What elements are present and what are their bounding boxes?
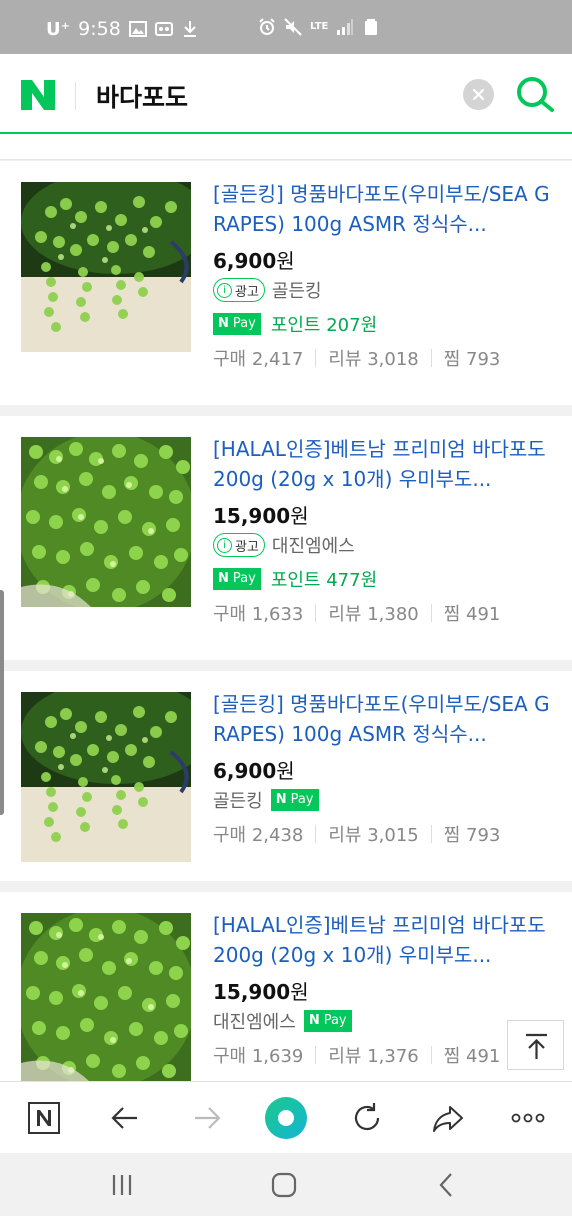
back-icon[interactable] <box>431 1171 461 1199</box>
npay-badge: N Pay <box>303 1010 352 1032</box>
network-label: LTE <box>310 21 329 32</box>
npay-badge: N Pay <box>213 313 261 335</box>
naver-logo-icon[interactable] <box>21 80 55 110</box>
product-card[interactable]: [골든킹] 명품바다포도(우미부도/SEA GRAPES) 100g ASMR … <box>0 161 572 405</box>
search-icon[interactable] <box>515 74 555 114</box>
point-row: N Pay 포인트 477원 <box>213 562 552 596</box>
wish-count[interactable]: 찜 491 <box>444 1042 501 1068</box>
green-dot-icon[interactable] <box>264 1096 308 1140</box>
info-icon: i <box>217 282 232 298</box>
product-stats: 구매 1,639 리뷰 1,376 찜 491 <box>213 1038 552 1072</box>
price-value: 6,900 <box>213 759 277 783</box>
product-title[interactable]: [HALAL인증]베트남 프리미엄 바다포도 200g (20g x 10개) … <box>213 910 552 970</box>
product-image[interactable] <box>21 182 191 352</box>
wish-count[interactable]: 찜 491 <box>444 600 501 626</box>
ad-label: 광고 <box>235 539 259 555</box>
product-card[interactable]: [HALAL인증]베트남 프리미엄 바다포도 200g (20g x 10개) … <box>0 892 572 1081</box>
npay-badge: N Pay <box>213 568 261 590</box>
purchase-count: 구매 1,633 <box>213 604 304 625</box>
product-stats: 구매 1,633 리뷰 1,380 찜 491 <box>213 596 552 630</box>
system-nav-bar <box>0 1153 572 1216</box>
price-currency: 원 <box>276 249 295 273</box>
point-text: 포인트 477원 <box>270 570 378 591</box>
price-currency: 원 <box>290 504 309 528</box>
ad-badge[interactable]: i 광고 <box>213 278 265 302</box>
seller-name[interactable]: 대진엠에스 <box>213 1008 296 1034</box>
seller-row: 골든킹 N Pay <box>213 783 552 817</box>
purchase-count: 구매 1,639 <box>213 1046 304 1067</box>
share-icon[interactable] <box>428 1098 468 1138</box>
more-icon[interactable] <box>508 1098 548 1138</box>
seller-row: i 광고 골든킹 <box>213 273 552 307</box>
naver-home-icon[interactable] <box>24 1098 64 1138</box>
alarm-icon <box>259 18 275 35</box>
carrier-label: U⁺ <box>46 18 71 40</box>
price-value: 15,900 <box>213 980 291 1004</box>
npay-badge: N Pay <box>270 789 319 811</box>
review-count[interactable]: 리뷰 3,018 <box>328 345 418 371</box>
mute-icon <box>284 18 302 36</box>
gallery-icon <box>128 21 147 37</box>
product-title[interactable]: [HALAL인증]베트남 프리미엄 바다포도 200g (20g x 10개) … <box>213 434 552 494</box>
purchase-count: 구매 2,417 <box>213 349 304 370</box>
product-stats: 구매 2,417 리뷰 3,018 찜 793 <box>213 341 552 375</box>
product-title[interactable]: [골든킹] 명품바다포도(우미부도/SEA GRAPES) 100g ASMR … <box>213 179 552 239</box>
purchase-count: 구매 2,438 <box>213 825 304 846</box>
point-text: 포인트 207원 <box>270 315 378 336</box>
ad-label: 광고 <box>235 284 259 300</box>
forward-arrow-icon[interactable] <box>187 1098 227 1138</box>
product-card[interactable]: [골든킹] 명품바다포도(우미부도/SEA GRAPES) 100g ASMR … <box>0 671 572 881</box>
category-tabs[interactable] <box>0 134 572 160</box>
info-icon: i <box>217 537 232 553</box>
product-price: 6,900원 <box>213 755 552 783</box>
price-currency: 원 <box>276 759 295 783</box>
clear-search-button[interactable] <box>463 79 494 110</box>
review-count[interactable]: 리뷰 3,015 <box>328 821 418 847</box>
wish-count[interactable]: 찜 793 <box>444 821 501 847</box>
tape-icon <box>154 22 173 36</box>
price-value: 6,900 <box>213 249 277 273</box>
product-price: 6,900원 <box>213 245 552 273</box>
price-value: 15,900 <box>213 504 291 528</box>
battery-icon <box>365 19 378 35</box>
seller-name[interactable]: 골든킹 <box>272 277 322 303</box>
search-header: 바다포도 <box>0 54 572 134</box>
header-divider <box>75 82 76 110</box>
browser-toolbar <box>0 1081 572 1153</box>
seller-name[interactable]: 골든킹 <box>213 787 263 813</box>
point-row: N Pay 포인트 207원 <box>213 307 552 341</box>
product-card[interactable]: [HALAL인증]베트남 프리미엄 바다포도 200g (20g x 10개) … <box>0 416 572 660</box>
download-icon <box>183 21 196 37</box>
product-price: 15,900원 <box>213 976 552 1004</box>
back-arrow-icon[interactable] <box>105 1098 145 1138</box>
search-query-input[interactable]: 바다포도 <box>96 78 188 114</box>
status-bar: U⁺ 9:58 LTE <box>0 0 572 54</box>
product-image[interactable] <box>21 437 191 607</box>
recent-apps-icon[interactable] <box>107 1171 137 1199</box>
ad-badge[interactable]: i 광고 <box>213 533 265 557</box>
home-icon[interactable] <box>269 1171 299 1199</box>
reload-icon[interactable] <box>347 1098 387 1138</box>
product-title[interactable]: [골든킹] 명품바다포도(우미부도/SEA GRAPES) 100g ASMR … <box>213 689 552 749</box>
product-price: 15,900원 <box>213 500 552 528</box>
seller-row: 대진엠에스 N Pay <box>213 1004 552 1038</box>
seller-name[interactable]: 대진엠에스 <box>272 532 355 558</box>
arrow-up-icon <box>526 1033 547 1059</box>
close-icon <box>472 88 485 101</box>
scroll-to-top-button[interactable] <box>507 1020 564 1070</box>
product-stats: 구매 2,438 리뷰 3,015 찜 793 <box>213 817 552 851</box>
review-count[interactable]: 리뷰 1,380 <box>328 600 418 626</box>
product-image[interactable] <box>21 692 191 862</box>
review-count[interactable]: 리뷰 1,376 <box>328 1042 418 1068</box>
edge-panel-handle[interactable] <box>0 590 4 815</box>
price-currency: 원 <box>290 980 309 1004</box>
clock: 9:58 <box>78 18 121 40</box>
seller-row: i 광고 대진엠에스 <box>213 528 552 562</box>
product-image[interactable] <box>21 913 191 1081</box>
signal-icon <box>337 19 354 35</box>
wish-count[interactable]: 찜 793 <box>444 345 501 371</box>
